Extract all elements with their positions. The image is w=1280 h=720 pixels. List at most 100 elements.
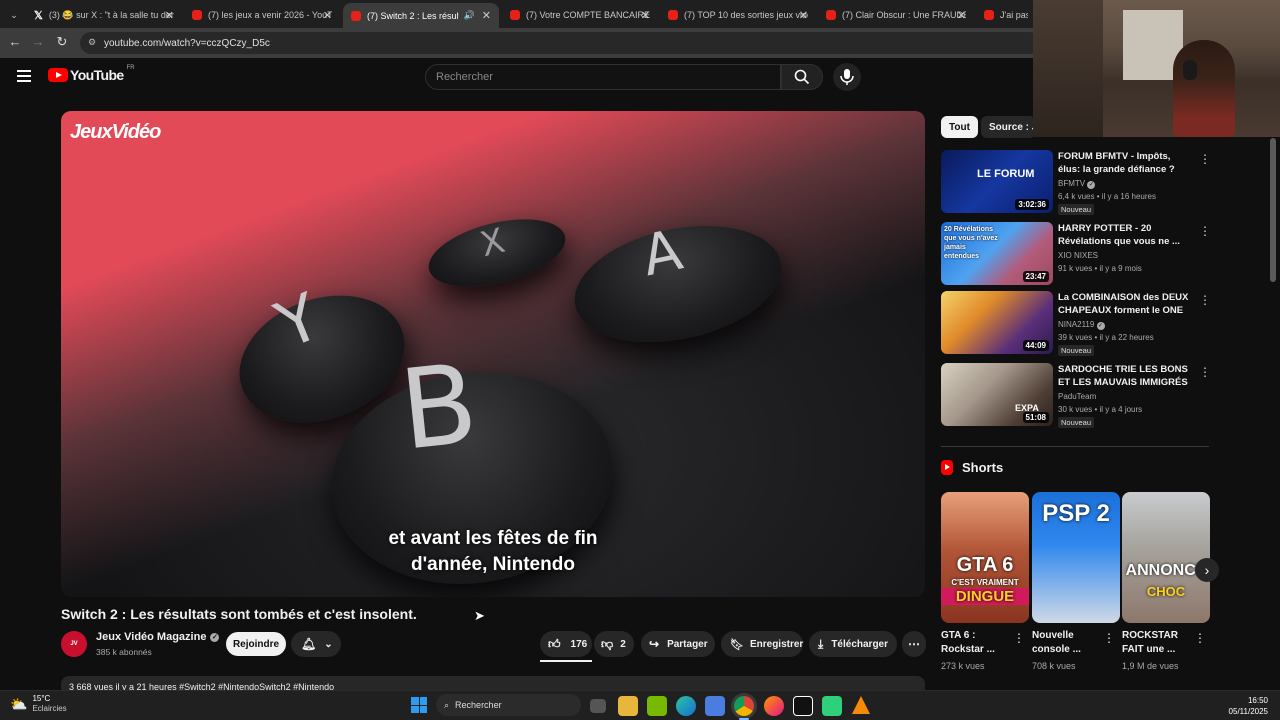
more-vertical-icon[interactable]: ⋮ bbox=[1199, 224, 1211, 238]
close-icon[interactable]: ✕ bbox=[799, 9, 808, 22]
weather-widget[interactable]: ⛅ 15°C Eclaircies bbox=[10, 694, 67, 714]
address-bar[interactable]: ⚙ youtube.com/watch?v=cczQCzy_D5c bbox=[80, 32, 1040, 54]
channel-avatar[interactable]: JV bbox=[61, 631, 87, 657]
short-title[interactable]: ROCKSTAR FAIT une ... bbox=[1122, 629, 1194, 657]
more-vertical-icon[interactable]: ⋮ bbox=[1199, 365, 1211, 379]
taskbar-search[interactable]: ⌕ Rechercher bbox=[436, 694, 581, 716]
more-vertical-icon[interactable]: ⋮ bbox=[1199, 152, 1211, 166]
shorts-icon bbox=[941, 460, 953, 475]
browser-tab[interactable]: (7) Votre COMPTE BANCAIRE v... ✕ bbox=[502, 4, 658, 26]
video-thumbnail[interactable]: 20 Révélations que vous n'avez jamais en… bbox=[941, 222, 1053, 285]
download-button[interactable]: ⤓ Télécharger bbox=[809, 631, 897, 657]
close-icon[interactable]: ✕ bbox=[482, 9, 491, 22]
capcut-app-icon[interactable] bbox=[793, 696, 813, 716]
site-info-icon[interactable]: ⚙ bbox=[88, 37, 96, 48]
search-input[interactable]: Rechercher bbox=[425, 64, 781, 90]
chip-source[interactable]: Source : Je bbox=[981, 116, 1036, 138]
short-thumbnail[interactable]: ANNONCE CHOC bbox=[1122, 492, 1210, 623]
youtube-logo[interactable]: YouTube FR bbox=[48, 65, 135, 83]
recommended-video[interactable]: 44:09 La COMBINAISON des DEUX CHAPEAUX f… bbox=[941, 291, 1211, 356]
subscriber-count: 385 k abonnés bbox=[96, 647, 152, 657]
recommended-video[interactable]: 20 Révélations que vous n'avez jamais en… bbox=[941, 222, 1211, 286]
share-icon: ↪ bbox=[649, 637, 660, 651]
chip-all[interactable]: Tout bbox=[941, 116, 978, 138]
download-label: Télécharger bbox=[831, 638, 889, 650]
vlc-player-icon[interactable] bbox=[852, 696, 870, 714]
video-thumbnail[interactable]: 44:09 bbox=[941, 291, 1053, 354]
browser-tab[interactable]: (7) les jeux a venir 2026 - YouTu... ✕ bbox=[184, 4, 340, 26]
nvidia-app-icon[interactable] bbox=[647, 696, 667, 716]
video-title[interactable]: SARDOCHE TRIE LES BONS ET LES MAUVAIS IM… bbox=[1058, 363, 1193, 390]
search-button[interactable] bbox=[781, 64, 823, 90]
close-icon[interactable]: ✕ bbox=[165, 9, 174, 22]
reload-icon[interactable]: ↻ bbox=[53, 34, 71, 50]
back-arrow-icon[interactable]: ← bbox=[6, 34, 24, 49]
channel-name[interactable]: PaduTeam bbox=[1058, 392, 1096, 401]
short-title[interactable]: GTA 6 : Rockstar ... bbox=[941, 629, 1013, 657]
browser-tab[interactable]: 𝕏 (3) 😂 sur X : "t à la salle tu den... … bbox=[26, 4, 182, 26]
close-icon[interactable]: ✕ bbox=[641, 9, 650, 22]
green-app-icon[interactable] bbox=[822, 696, 842, 716]
firefox-browser-icon[interactable] bbox=[764, 696, 784, 716]
short-title[interactable]: Nouvelle console ... bbox=[1032, 629, 1104, 657]
shorts-next-button[interactable]: › bbox=[1195, 558, 1219, 582]
short-views: 708 k vues bbox=[1032, 661, 1076, 671]
save-button[interactable]: 🔖︎ Enregistrer bbox=[721, 631, 803, 657]
channel-name[interactable]: NINA2119 ✓ bbox=[1058, 320, 1105, 330]
more-vertical-icon[interactable]: ⋮ bbox=[1103, 631, 1115, 645]
recommended-video[interactable]: EXPA 51:08 SARDOCHE TRIE LES BONS ET LES… bbox=[941, 363, 1211, 428]
video-title[interactable]: FORUM BFMTV - Impôts, élus: la grande dé… bbox=[1058, 150, 1193, 176]
browser-tab-active[interactable]: (7) Switch 2 : Les résultats s... 🔊 ✕ bbox=[343, 3, 499, 28]
like-active-underline bbox=[540, 660, 592, 662]
more-vertical-icon[interactable]: ⋮ bbox=[1013, 631, 1025, 645]
channel-name[interactable]: Jeux Vidéo Magazine ✓ bbox=[96, 631, 220, 643]
share-button[interactable]: ↪ Partager bbox=[641, 631, 715, 657]
thumbs-down-icon: 👎︎ bbox=[601, 636, 614, 651]
browser-tab[interactable]: (7) TOP 10 des sorties jeux vidé... ✕ bbox=[660, 4, 816, 26]
notification-bell-button[interactable]: 🔔︎ ⌄ bbox=[291, 631, 341, 657]
speaker-icon[interactable]: 🔊 bbox=[464, 10, 475, 21]
menu-icon[interactable] bbox=[17, 70, 31, 82]
browser-tab[interactable]: J'ai passé ... bbox=[976, 4, 1036, 26]
chip-label: Tout bbox=[949, 121, 970, 133]
recommended-video[interactable]: LE FORUM 3:02:36 FORUM BFMTV - Impôts, é… bbox=[941, 150, 1211, 215]
system-clock[interactable]: 16:50 05/11/2025 bbox=[1222, 695, 1268, 717]
channel-name[interactable]: BFMTV ✓ bbox=[1058, 179, 1096, 189]
more-actions-button[interactable]: ⋯ bbox=[902, 631, 926, 657]
more-vertical-icon[interactable]: ⋮ bbox=[1194, 631, 1206, 645]
video-thumbnail[interactable]: LE FORUM 3:02:36 bbox=[941, 150, 1053, 213]
short-thumbnail[interactable]: PSP 2 bbox=[1032, 492, 1120, 623]
chevron-down-icon: ⌄ bbox=[10, 9, 18, 20]
join-button[interactable]: Rejoindre bbox=[226, 632, 286, 656]
tab-list-dropdown[interactable]: ⌄ bbox=[4, 4, 24, 26]
close-icon[interactable]: ✕ bbox=[323, 9, 332, 22]
browser-tab[interactable]: (7) Clair Obscur : Une FRAUDE ... ✕ bbox=[818, 4, 974, 26]
forward-arrow-icon[interactable]: → bbox=[29, 34, 47, 49]
edge-browser-icon[interactable] bbox=[676, 696, 696, 716]
verified-icon: ✓ bbox=[210, 632, 220, 642]
short-thumbnail[interactable]: GTA 6 C'EST VRAIMENT DINGUE bbox=[941, 492, 1029, 623]
microsoft-store-icon[interactable] bbox=[705, 696, 725, 716]
start-button[interactable] bbox=[411, 697, 427, 713]
file-explorer-icon[interactable] bbox=[618, 696, 638, 716]
voice-search-button[interactable] bbox=[833, 63, 861, 91]
channel-name[interactable]: XIO NIXES bbox=[1058, 251, 1098, 260]
task-view-icon[interactable] bbox=[590, 699, 606, 713]
tab-title: (3) 😂 sur X : "t à la salle tu den... bbox=[48, 9, 174, 20]
thumbnail-text: LE FORUM bbox=[977, 168, 1035, 180]
chrome-browser-icon[interactable] bbox=[734, 696, 754, 716]
short-thumb-text: CHOC bbox=[1146, 584, 1186, 599]
video-thumbnail[interactable]: EXPA 51:08 bbox=[941, 363, 1053, 426]
close-icon[interactable]: ✕ bbox=[957, 9, 966, 22]
section-divider bbox=[941, 446, 1209, 447]
video-meta: 39 k vues • il y a 22 heures bbox=[1058, 333, 1154, 342]
scrollbar[interactable] bbox=[1270, 138, 1276, 282]
video-player[interactable]: JeuxVidéo A X Y B et avant les fêtes de … bbox=[61, 111, 925, 597]
video-title[interactable]: HARRY POTTER - 20 Révélations que vous n… bbox=[1058, 222, 1193, 248]
like-button[interactable]: 👍︎ 176 bbox=[540, 631, 592, 657]
dislike-count: 2 bbox=[620, 638, 626, 650]
video-title[interactable]: La COMBINAISON des DEUX CHAPEAUX forment… bbox=[1058, 291, 1193, 318]
dislike-button[interactable]: 👎︎ 2 bbox=[594, 631, 634, 657]
description-box[interactable]: 3 668 vues il y a 21 heures #Switch2 #Ni… bbox=[61, 676, 925, 690]
more-vertical-icon[interactable]: ⋮ bbox=[1199, 293, 1211, 307]
